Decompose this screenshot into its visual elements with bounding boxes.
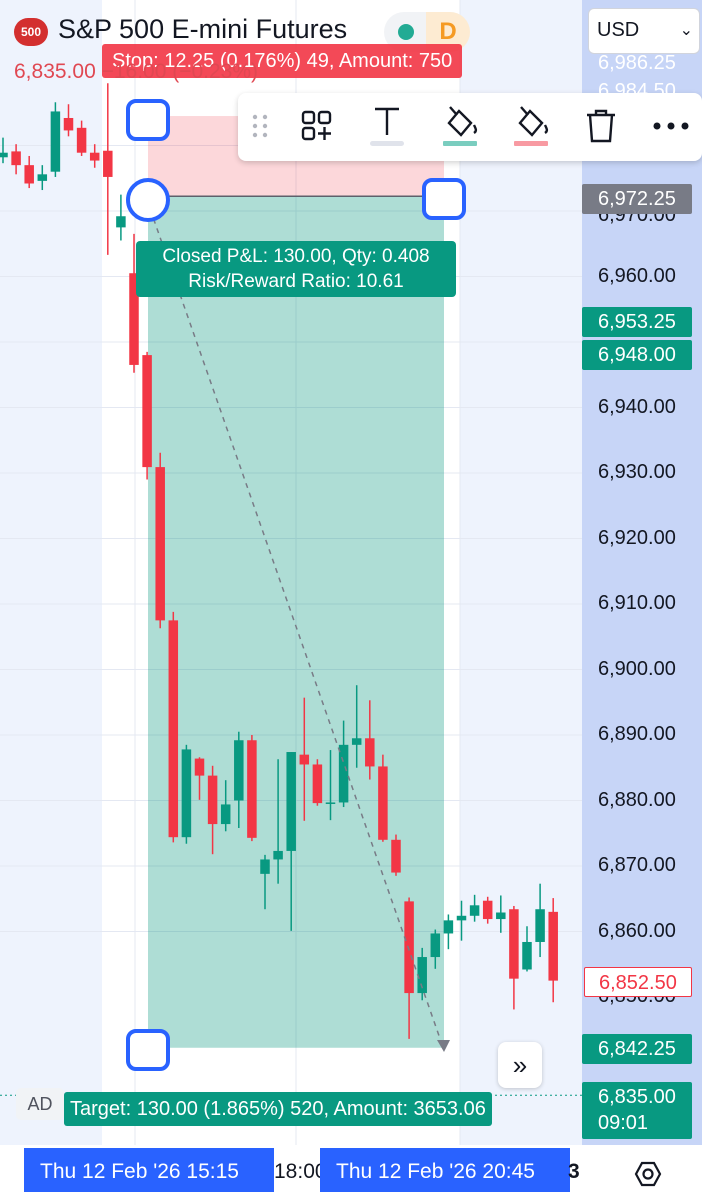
position-stop-handle[interactable]	[126, 99, 170, 141]
candle-body	[181, 749, 192, 838]
candle-body	[286, 752, 296, 851]
candle-body	[496, 912, 506, 920]
price-tick: 6,860.00	[598, 920, 676, 942]
price-tick: 6,986.25	[598, 52, 676, 74]
target-zone	[148, 196, 444, 1048]
market-open-icon	[398, 24, 414, 40]
price-tick: 6,930.00	[598, 461, 676, 483]
candle-body	[351, 738, 362, 745]
candle-body	[365, 738, 375, 767]
text-icon[interactable]	[362, 101, 412, 151]
candle-body	[260, 859, 270, 874]
candle-body	[103, 150, 113, 177]
candle-body	[548, 911, 558, 981]
candle-body	[391, 839, 401, 873]
price-tick: 6,890.00	[598, 723, 676, 745]
candle-body	[37, 174, 48, 181]
candle-body	[76, 127, 87, 153]
price-tick: 6,880.00	[598, 789, 676, 811]
fill-color-icon[interactable]	[435, 101, 485, 151]
time-tick: 18:00	[274, 1160, 327, 1183]
target-label: Target: 130.00 (1.865%) 520, Amount: 365…	[64, 1092, 492, 1126]
target-price-tag: 6,842.25	[582, 1034, 692, 1064]
session-band	[0, 0, 102, 1145]
candle-body	[456, 915, 467, 921]
candle-body	[24, 165, 34, 184]
session-band	[460, 0, 582, 1145]
position-width-handle[interactable]	[422, 178, 466, 220]
candle-body	[299, 754, 310, 765]
last-price: 6,835.00	[598, 1086, 676, 1108]
price-tag: 6,953.25	[582, 307, 692, 337]
stop-fill-color-icon[interactable]	[506, 101, 556, 151]
ad-badge[interactable]: AD	[16, 1088, 64, 1120]
candle-body	[116, 216, 126, 228]
prev-close-tag: 6,852.50	[584, 967, 692, 997]
candle-body	[378, 766, 388, 840]
candle-body	[220, 804, 231, 825]
candle-body	[469, 905, 480, 916]
price-change: 6,835.00 −16.00 (−0.23%)	[14, 60, 259, 83]
currency-value: USD	[597, 19, 640, 41]
entry-price-tag: 6,972.25	[582, 184, 692, 214]
candle-body	[142, 355, 152, 468]
last-price-tag: 6,835.00 09:01	[582, 1082, 692, 1139]
price-tick: 6,920.00	[598, 527, 676, 549]
candle-body	[482, 900, 493, 920]
drag-handle-icon[interactable]	[240, 101, 280, 151]
price-chart[interactable]	[0, 0, 702, 1200]
position-entry-handle[interactable]	[126, 178, 170, 222]
risk-reward-text: Risk/Reward Ratio: 10.61	[188, 271, 404, 292]
price-tick: 6,900.00	[598, 658, 676, 680]
candle-body	[247, 740, 257, 838]
candle-body	[443, 920, 454, 934]
chart-settings-icon[interactable]	[634, 1160, 662, 1188]
time-end-tag: Thu 12 Feb '26 20:45	[320, 1148, 570, 1192]
position-target-handle[interactable]	[126, 1029, 170, 1071]
candle-body	[194, 758, 205, 776]
scroll-to-realtime-button[interactable]: »	[498, 1042, 542, 1088]
price-tick: 6,910.00	[598, 592, 676, 614]
candle-body	[509, 909, 519, 979]
candle-body	[273, 850, 283, 860]
candle-body	[63, 117, 74, 131]
chevron-down-icon: ⌄	[679, 22, 693, 39]
candle-body	[155, 467, 165, 621]
candle-body	[338, 744, 349, 803]
time-start-tag: Thu 12 Feb '26 15:15	[24, 1148, 274, 1192]
candle-body	[168, 620, 179, 838]
candle-body	[404, 901, 414, 994]
currency-select[interactable]: USD ⌄	[588, 8, 700, 54]
candle-body	[522, 941, 532, 970]
delete-icon[interactable]	[576, 101, 626, 151]
bar-countdown: 09:01	[598, 1112, 649, 1134]
candle-body	[535, 909, 545, 942]
price-tick: 6,960.00	[598, 265, 676, 287]
price-tick: 6,940.00	[598, 396, 676, 418]
symbol-logo[interactable]: 500	[14, 18, 48, 46]
candle-body	[11, 151, 21, 166]
add-widget-icon[interactable]	[292, 101, 342, 151]
drawing-toolbar	[238, 93, 702, 161]
price-tag: 6,948.00	[582, 340, 692, 370]
candle-body	[207, 775, 218, 825]
price-tick: 6,870.00	[598, 854, 676, 876]
closed-pl-box: Closed P&L: 130.00, Qty: 0.408 Risk/Rewa…	[136, 241, 456, 297]
candle-body	[312, 764, 323, 804]
candle-body	[234, 740, 244, 801]
candle-body	[430, 933, 441, 958]
candle-body	[325, 802, 336, 804]
candle-body	[89, 152, 100, 161]
time-tick: 3	[568, 1160, 580, 1183]
candle-body	[50, 111, 61, 172]
closed-pl-text: Closed P&L: 130.00, Qty: 0.408	[162, 246, 430, 267]
more-icon[interactable]	[646, 101, 696, 151]
price-tick: 6,984.50	[598, 80, 676, 94]
candle-body	[0, 152, 8, 158]
symbol-title[interactable]: S&P 500 E-mini Futures	[58, 14, 347, 45]
